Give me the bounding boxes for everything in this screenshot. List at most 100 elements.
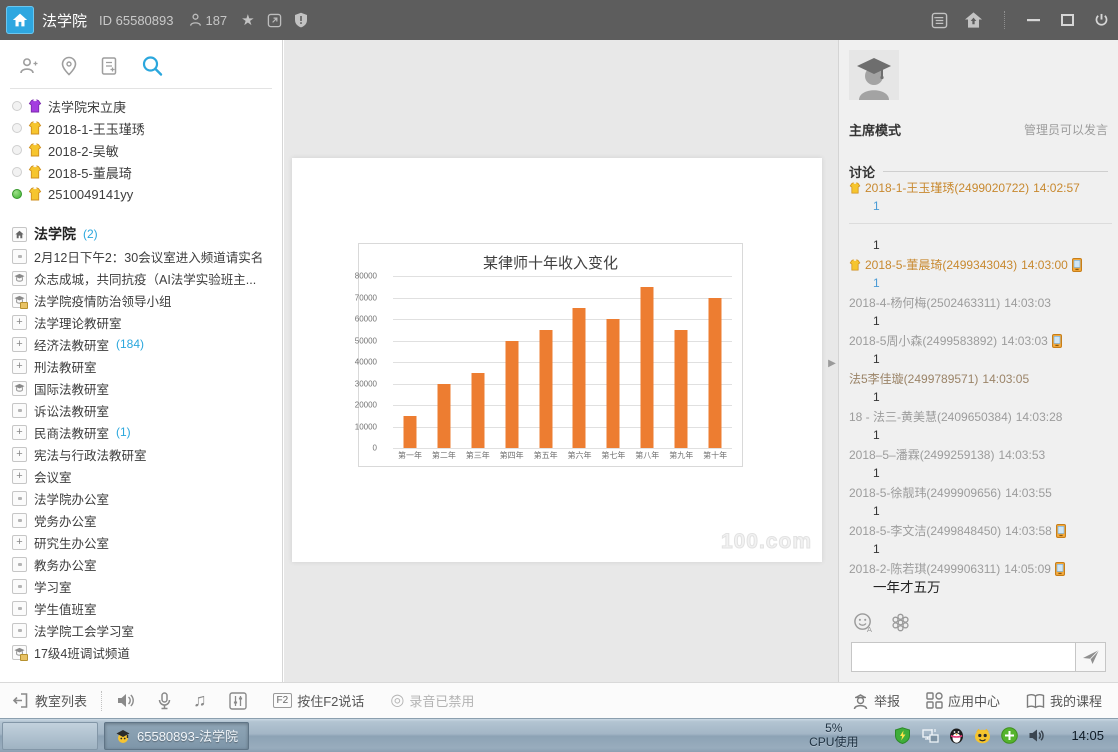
svg-text:A: A — [867, 625, 873, 633]
channel-icon[interactable] — [12, 623, 27, 638]
channel-icon[interactable]: + — [12, 447, 27, 462]
record-icon: ◎ — [390, 693, 404, 709]
channel-icon[interactable]: + — [12, 359, 27, 374]
channel-icon[interactable] — [12, 403, 27, 418]
channel-list-item[interactable]: 国际法教研室 — [12, 377, 282, 399]
microphone-button[interactable] — [158, 692, 171, 710]
channel-icon[interactable] — [12, 579, 27, 594]
channel-icon[interactable] — [12, 271, 27, 286]
channel-list-item[interactable]: 法学院疫情防治领导小组 — [12, 289, 282, 311]
tray-green-ball-icon[interactable] — [1001, 727, 1018, 744]
channel-list-item[interactable]: +宪法与行政法教研室 — [12, 443, 282, 465]
channel-icon[interactable]: + — [12, 469, 27, 484]
tray-network-icon[interactable] — [921, 728, 939, 744]
channel-list-item[interactable]: 2月12日下午2：30会议室进入频道请实名 — [12, 245, 282, 267]
sidebar-tabs — [0, 40, 282, 88]
channel-icon[interactable]: + — [12, 337, 27, 352]
channel-icon[interactable]: + — [12, 425, 27, 440]
chat-author[interactable]: 2018-4-杨何梅(2502463311) — [849, 294, 1000, 311]
push-to-talk[interactable]: F2 按住F2说话 — [273, 691, 365, 710]
app-center-button[interactable]: 应用中心 — [926, 691, 1000, 710]
chat-author[interactable]: 2018-5-董晨琦(2499343043) — [865, 256, 1017, 273]
chat-author[interactable]: 法5李佳璇(2499789571) — [849, 370, 978, 387]
taskbar-app-button[interactable]: 65580893-法学院 — [104, 722, 249, 750]
tray-penguin-icon[interactable] — [949, 727, 964, 744]
channel-icon[interactable] — [12, 381, 27, 396]
expand-plus-icon: + — [16, 361, 22, 372]
chat-author[interactable]: 2018–5–潘霖(2499259138) — [849, 446, 994, 463]
home-icon[interactable] — [956, 0, 990, 40]
chat-message-list[interactable]: 2018-1-王玉瑾琇(2499020722)14:02:57112018-5-… — [849, 178, 1112, 606]
speaker-button[interactable] — [116, 692, 136, 709]
chat-author[interactable]: 2018-5-徐靓玮(2499909656) — [849, 484, 1001, 501]
channel-icon[interactable] — [12, 227, 27, 242]
purple-vest-icon — [28, 99, 42, 113]
channel-icon[interactable] — [12, 645, 27, 660]
channel-list-item[interactable]: +会议室 — [12, 465, 282, 487]
channel-list-item[interactable]: 法学院(2) — [12, 223, 282, 245]
location-pin-icon[interactable] — [60, 56, 78, 76]
channel-list-item[interactable]: +刑法教研室 — [12, 355, 282, 377]
channel-list-item[interactable]: +研究生办公室 — [12, 531, 282, 553]
expand-plus-icon: + — [16, 317, 22, 328]
channel-list-item[interactable]: 党务办公室 — [12, 509, 282, 531]
shield-icon[interactable] — [294, 12, 308, 28]
record-disabled[interactable]: ◎ 录音已禁用 — [390, 691, 474, 710]
chart-x-axis: 第一年第二年第三年第四年第五年第六年第七年第八年第九年第十年 — [393, 450, 732, 461]
emoji-icon[interactable]: A — [853, 612, 874, 633]
chat-author[interactable]: 2018-2-陈若琪(2499906311) — [849, 560, 1000, 577]
app-logo-icon[interactable] — [6, 6, 34, 34]
channel-icon[interactable] — [12, 491, 27, 506]
music-button[interactable]: ♫ — [193, 690, 207, 711]
channel-list-item[interactable]: +法学理论教研室 — [12, 311, 282, 333]
search-icon[interactable] — [140, 54, 164, 78]
channel-icon[interactable] — [12, 557, 27, 572]
channel-list-item[interactable]: 诉讼法教研室 — [12, 399, 282, 421]
collapse-right-panel-arrow[interactable]: ▶ — [827, 352, 837, 374]
channel-icon[interactable] — [12, 513, 27, 528]
maximize-button[interactable] — [1050, 0, 1084, 40]
chat-input[interactable] — [851, 642, 1076, 672]
favorite-star-icon[interactable]: ★ — [241, 13, 254, 28]
tray-volume-icon[interactable] — [1028, 728, 1045, 743]
channel-icon[interactable] — [12, 293, 27, 308]
report-button[interactable]: 举报 — [852, 691, 900, 710]
channel-icon[interactable] — [12, 249, 27, 264]
channel-info-icon[interactable] — [922, 0, 956, 40]
chat-author[interactable]: 2018-1-王玉瑾琇(2499020722) — [865, 179, 1029, 196]
channel-icon[interactable] — [12, 601, 27, 616]
send-button[interactable] — [1076, 642, 1106, 672]
channel-list-item[interactable]: 众志成城，共同抗疫（AI法学实验班主... — [12, 267, 282, 289]
user-list-item[interactable]: 2018-2-吴敏 — [12, 139, 282, 161]
audio-mixer-button[interactable] — [229, 692, 247, 710]
user-list-item[interactable]: 2018-5-董晨琦 — [12, 161, 282, 183]
channel-list-item[interactable]: 17级4班调试频道 — [12, 641, 282, 663]
channel-list-item[interactable]: +经济法教研室(184) — [12, 333, 282, 355]
notes-document-icon[interactable] — [100, 56, 118, 76]
user-list-item[interactable]: 法学院宋立庚 — [12, 95, 282, 117]
contacts-tab-icon[interactable] — [18, 56, 38, 76]
minimize-button[interactable] — [1016, 0, 1050, 40]
close-button[interactable] — [1084, 0, 1118, 40]
chat-author[interactable]: 2018-5-李文洁(2499848450) — [849, 522, 1001, 539]
user-list-item[interactable]: 2018-1-王玉瑾琇 — [12, 117, 282, 139]
expand-plus-icon: + — [16, 449, 22, 460]
my-courses-button[interactable]: 我的课程 — [1026, 691, 1102, 710]
channel-list-item[interactable]: 学习室 — [12, 575, 282, 597]
classroom-list-button[interactable]: 教室列表 — [12, 691, 87, 710]
popout-icon[interactable] — [267, 13, 282, 28]
channel-list-item[interactable]: 法学院办公室 — [12, 487, 282, 509]
channel-list-item[interactable]: +民商法教研室(1) — [12, 421, 282, 443]
chat-author[interactable]: 18 - 法三-黄美慧(2409650384) — [849, 408, 1012, 425]
channel-list-item[interactable]: 教务办公室 — [12, 553, 282, 575]
user-list-item[interactable]: 2510049141yy — [12, 183, 282, 205]
tray-security-shield-icon[interactable] — [894, 727, 911, 744]
channel-icon[interactable]: + — [12, 315, 27, 330]
channel-icon[interactable]: + — [12, 535, 27, 550]
chat-author[interactable]: 2018-5周小森(2499583892) — [849, 332, 997, 349]
channel-list-item[interactable]: 学生值班室 — [12, 597, 282, 619]
taskbar-toolbar[interactable] — [2, 722, 98, 750]
tray-cat-icon[interactable] — [974, 728, 991, 744]
channel-list-item[interactable]: 法学院工会学习室 — [12, 619, 282, 641]
chat-settings-flower-icon[interactable] — [890, 612, 911, 633]
